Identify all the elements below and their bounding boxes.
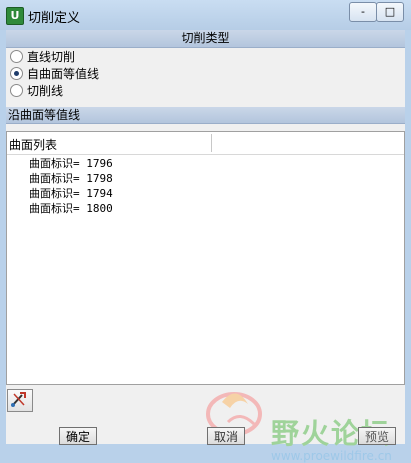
surface-list[interactable]: 曲面列表 曲面标识= 1796 曲面标识= 1798 曲面标识= 1794 曲面… <box>6 131 405 385</box>
dialog-body: 切削类型 直线切削 自曲面等值线 切削线 沿曲面等值线 曲面列表 曲面标识= 1… <box>6 30 405 463</box>
ok-button[interactable]: 确定 <box>59 427 97 445</box>
column-header-surface-list[interactable]: 曲面列表 <box>9 136 57 153</box>
radio-label: 切削线 <box>27 84 64 98</box>
radio-label: 直线切削 <box>27 50 76 64</box>
surface-iso-header: 沿曲面等值线 <box>6 107 405 124</box>
minimize-button[interactable]: - <box>349 2 377 22</box>
radio-surface-iso[interactable]: 自曲面等值线 <box>10 66 99 82</box>
list-item[interactable]: 曲面标识= 1794 <box>29 187 113 201</box>
preview-button[interactable]: 预览 <box>358 427 396 445</box>
pick-surface-button[interactable] <box>7 389 33 412</box>
radio-button-icon[interactable] <box>10 50 23 63</box>
column-divider[interactable] <box>211 134 212 152</box>
list-header: 曲面列表 <box>7 132 404 155</box>
window-title: 切削定义 <box>28 11 81 26</box>
radio-button-icon[interactable] <box>10 67 23 80</box>
maximize-button[interactable]: □ <box>376 2 404 22</box>
list-item[interactable]: 曲面标识= 1796 <box>29 157 113 171</box>
radio-cut-line[interactable]: 切削线 <box>10 83 63 99</box>
radio-button-icon[interactable] <box>10 84 23 97</box>
cancel-button[interactable]: 取消 <box>207 427 245 445</box>
radio-label: 自曲面等值线 <box>27 67 100 81</box>
app-icon: U <box>6 7 24 25</box>
title-bar: U 切削定义 - □ <box>0 0 411 30</box>
list-item[interactable]: 曲面标识= 1800 <box>29 202 113 216</box>
cut-type-header: 切削类型 <box>6 30 405 48</box>
pick-tool-icon <box>11 392 26 407</box>
watermark-url: www.proewildfire.cn <box>271 449 392 463</box>
radio-straight-cut[interactable]: 直线切削 <box>10 49 75 65</box>
list-item[interactable]: 曲面标识= 1798 <box>29 172 113 186</box>
